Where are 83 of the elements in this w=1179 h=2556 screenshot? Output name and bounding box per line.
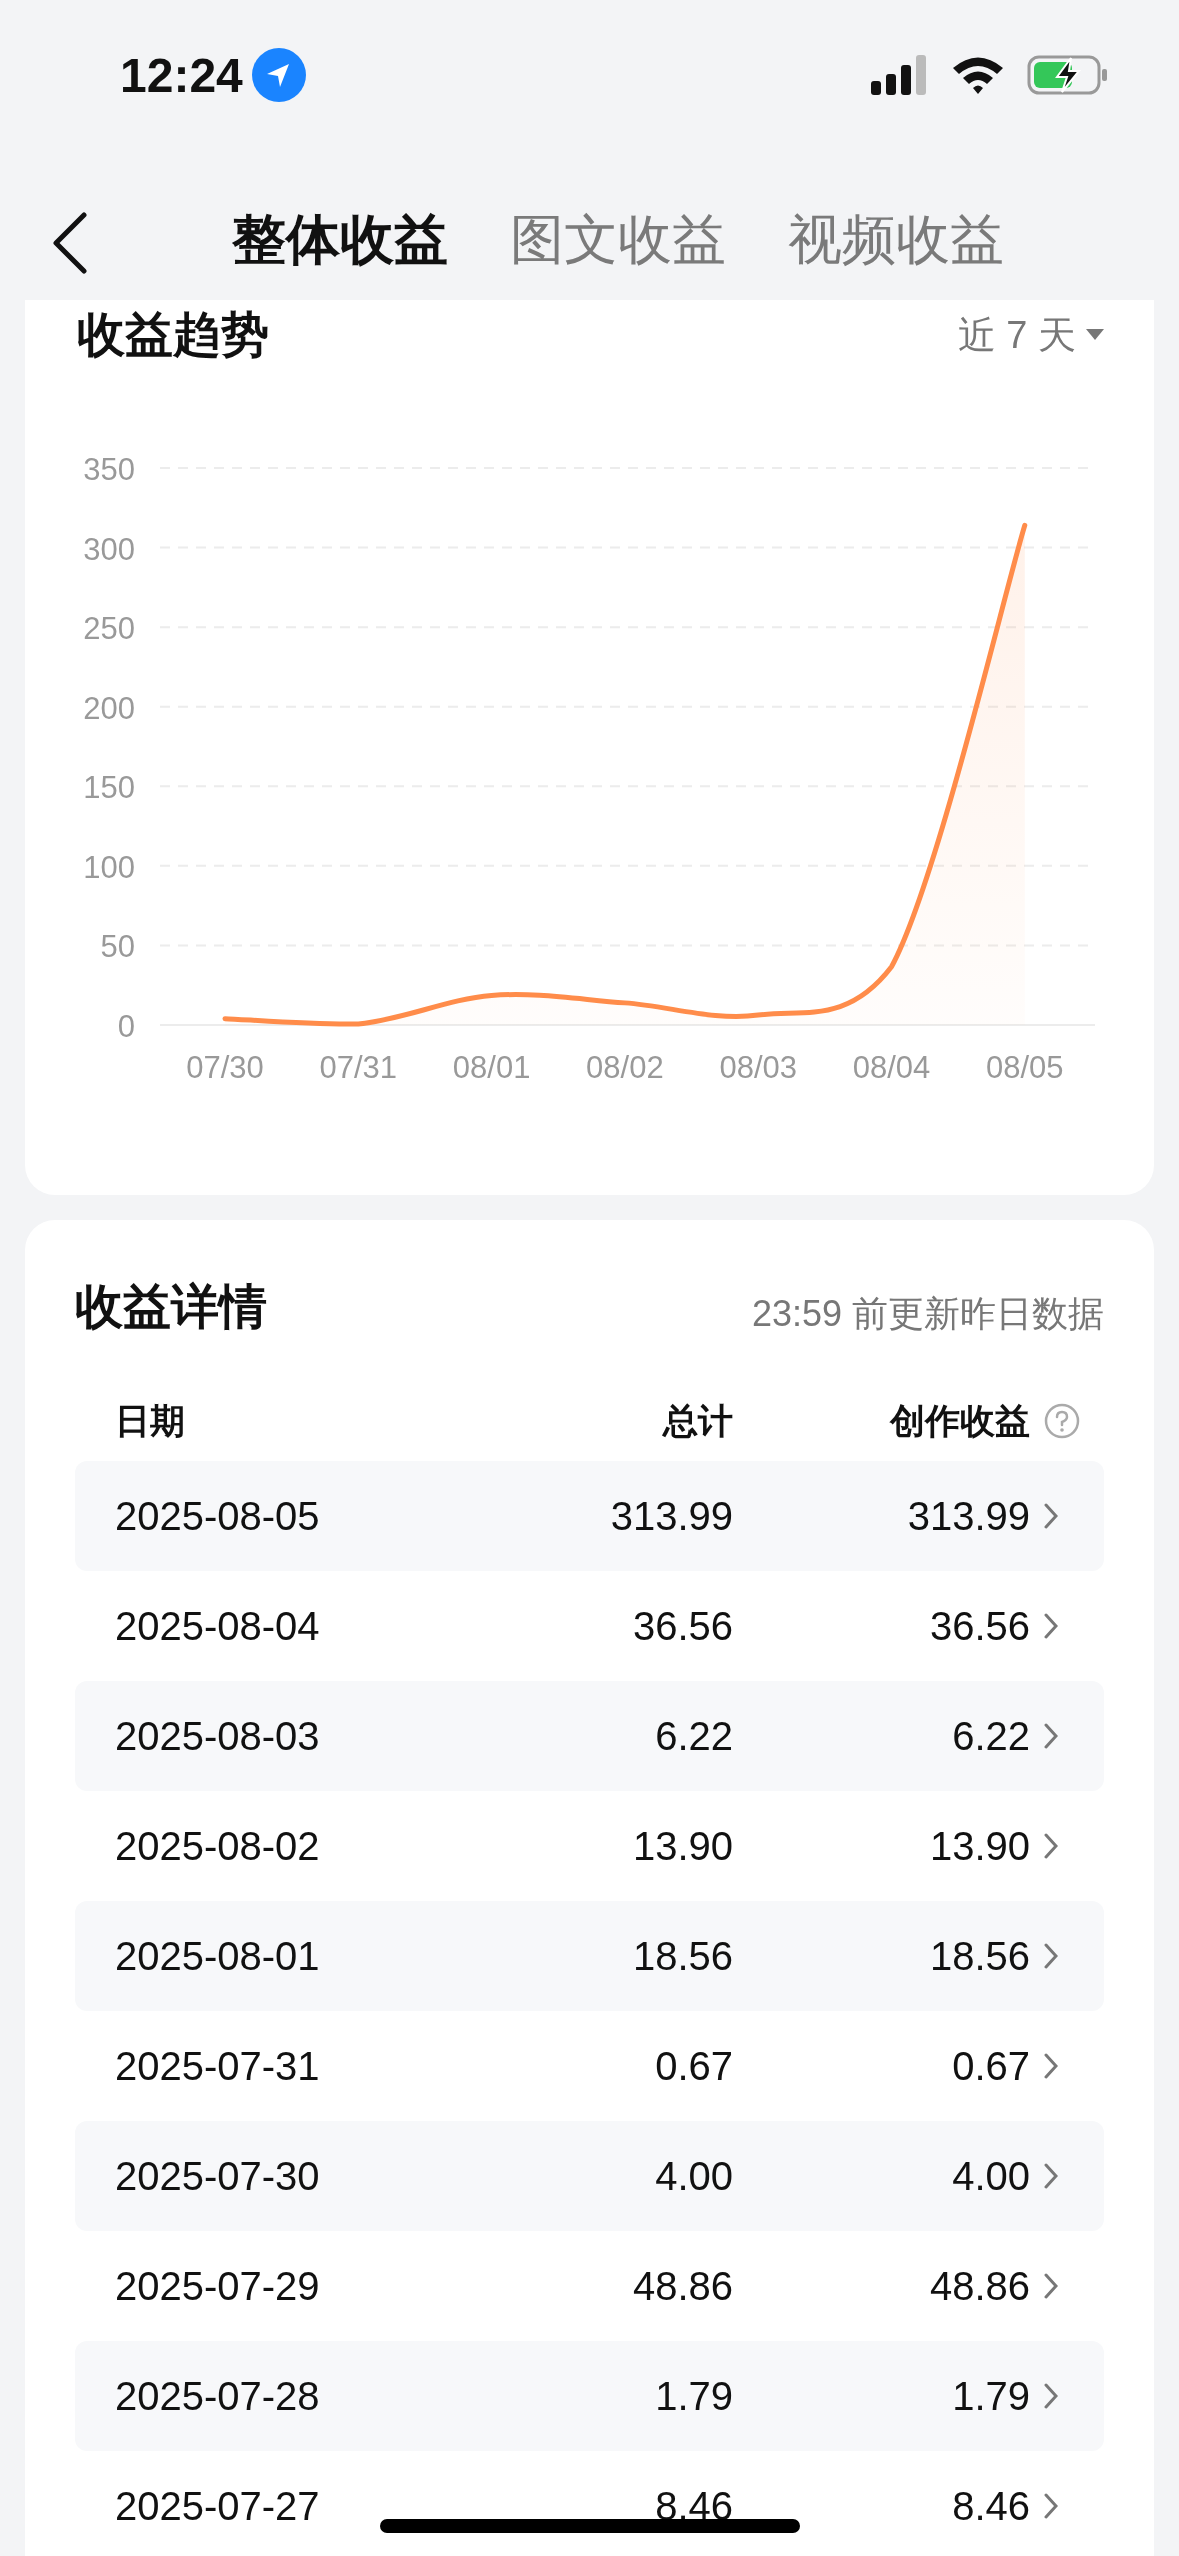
chevron-icon[interactable]: [1044, 1833, 1058, 1859]
date-cell-text: 2025-07-30: [115, 2153, 321, 2199]
signal-icon: [871, 55, 929, 95]
earnings-cell-text: 0.67: [951, 2043, 1030, 2089]
tab[interactable]: 图文收益: [510, 203, 726, 277]
axis-label: 07/31: [319, 1050, 398, 1085]
earnings-cell-text: 8.46: [951, 2483, 1030, 2529]
date-cell-text: 2025-08-03: [115, 1713, 321, 1759]
table-row[interactable]: 2025-07-28 1.79 1.79: [75, 2341, 1104, 2451]
earnings-cell-text: 18.56: [928, 1933, 1030, 1979]
chevron-icon[interactable]: [1044, 2383, 1058, 2409]
axis-label: 07/30: [186, 1050, 264, 1085]
date-cell-text: 2025-08-04: [115, 1603, 321, 1649]
date-cell-text: 2025-07-28: [115, 2373, 321, 2419]
total-cell-text: 13.90: [631, 1823, 733, 1869]
earnings-cell-text: 36.56: [928, 1603, 1030, 1649]
axis-label: 08/05: [986, 1050, 1064, 1085]
total-cell-text: 1.79: [654, 2373, 733, 2419]
table-row[interactable]: 2025-08-01 18.56 18.56: [75, 1901, 1104, 2011]
total-cell-text: 8.46: [654, 2483, 733, 2529]
chevron-icon[interactable]: [1044, 2273, 1058, 2299]
earnings-cell-text: 48.86: [928, 2263, 1030, 2309]
chevron-icon[interactable]: [1044, 1613, 1058, 1639]
axis-label: 150: [83, 770, 135, 806]
update-note: 23:59 前更新昨日数据: [751, 1292, 1104, 1336]
earnings-cell-text: 13.90: [928, 1823, 1030, 1869]
column-header: 创作收益: [888, 1399, 1030, 1442]
axis-label: 300: [83, 531, 135, 567]
axis-label: 08/04: [852, 1050, 931, 1085]
axis-label: 100: [83, 849, 135, 885]
table-row[interactable]: 2025-07-29 48.86 48.86: [75, 2231, 1104, 2341]
table-row[interactable]: 2025-08-04 36.56 36.56: [75, 1571, 1104, 1681]
date-cell-text: 2025-07-29: [115, 2263, 321, 2309]
table-row[interactable]: 2025-08-02 13.90 13.90: [75, 1791, 1104, 1901]
earnings-cell-text: 4.00: [951, 2153, 1030, 2199]
total-cell-text: 313.99: [609, 1493, 733, 1539]
table-row[interactable]: 2025-07-30 4.00 4.00: [75, 2121, 1104, 2231]
tab[interactable]: 视频收益: [788, 203, 1004, 277]
total-cell-text: 0.67: [654, 2043, 733, 2089]
earnings-cell-text: 1.79: [951, 2373, 1030, 2419]
axis-label: 08/02: [586, 1050, 664, 1085]
column-header: 总计: [661, 1399, 733, 1442]
table-row[interactable]: 2025-08-03 6.22 6.22: [75, 1681, 1104, 1791]
status-time: 12:24: [120, 47, 243, 103]
earnings-cell-text: 313.99: [906, 1493, 1030, 1539]
table-row[interactable]: 2025-07-31 0.67 0.67: [75, 2011, 1104, 2121]
earnings-cell-text: 6.22: [951, 1713, 1030, 1759]
date-cell-text: 2025-08-02: [115, 1823, 321, 1869]
chevron-icon[interactable]: [1044, 1943, 1058, 1969]
table-row[interactable]: 2025-08-05 313.99 313.99: [75, 1461, 1104, 1571]
wifi-icon: [951, 55, 1005, 95]
axis-label: 200: [83, 690, 135, 726]
date-cell-text: 2025-08-01: [115, 1933, 321, 1979]
chevron-icon[interactable]: [1044, 2053, 1058, 2079]
back-icon[interactable]: [50, 212, 90, 274]
axis-label: 08/01: [452, 1050, 531, 1085]
date-cell-text: 2025-08-05: [115, 1493, 321, 1539]
section-title: 收益详情: [75, 1279, 267, 1335]
axis-label: 08/03: [719, 1050, 797, 1085]
table-row[interactable]: 2025-07-27 8.46 8.46: [75, 2451, 1104, 2556]
total-cell-text: 4.00: [654, 2153, 733, 2199]
tab[interactable]: 整体收益: [232, 203, 448, 277]
date-cell-text: 2025-07-31: [115, 2043, 321, 2089]
total-cell-text: 48.86: [631, 2263, 733, 2309]
section-title: 收益趋势: [77, 307, 269, 363]
axis-label: 0: [117, 1009, 135, 1044]
chevron-icon[interactable]: [1044, 2163, 1058, 2189]
column-header: 日期: [115, 1399, 186, 1442]
caret-icon[interactable]: [1086, 329, 1104, 341]
axis-label: 350: [83, 452, 135, 487]
battery-icon: [1027, 55, 1109, 95]
axis-label: 250: [83, 611, 135, 647]
total-cell-text: 36.56: [631, 1603, 733, 1649]
date-cell-text: 2025-07-27: [115, 2483, 321, 2529]
help-icon[interactable]: [1044, 1403, 1080, 1439]
axis-label: 50: [100, 929, 135, 965]
location-icon: [250, 47, 307, 103]
chevron-icon[interactable]: [1044, 2493, 1058, 2519]
total-cell-text: 18.56: [631, 1933, 733, 1979]
chevron-icon[interactable]: [1044, 1503, 1058, 1529]
total-cell-text: 6.22: [654, 1713, 733, 1759]
chevron-icon[interactable]: [1044, 1723, 1058, 1749]
range-selector[interactable]: 近 7 天: [957, 309, 1076, 361]
